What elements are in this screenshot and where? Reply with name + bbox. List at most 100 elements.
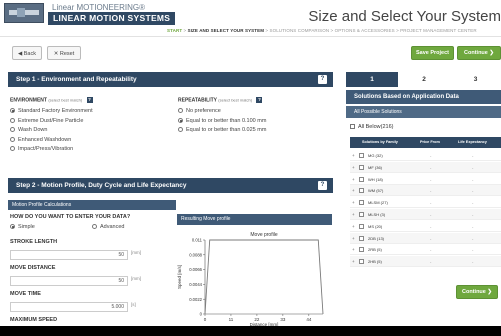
chart-y-tick-label: 0 [200,312,203,317]
step2-title: Step 2 - Motion Profile, Duty Cycle and … [16,182,187,189]
radio-selected-icon [10,224,15,230]
environment-option[interactable]: Impact/Press/Vibration [10,145,73,153]
solution-row[interactable]: + MLSM (27) - - [350,197,501,209]
continue-button-bottom[interactable]: Continue ❯ [456,285,498,299]
solution-row[interactable]: + MG (32) - - [350,150,501,161]
solution-family-name: 2HB (5) [368,259,382,265]
solution-price: - [430,164,432,170]
environment-option[interactable]: Extreme Dust/Fine Particle [10,117,83,125]
solution-row[interactable]: + MS (20) - - [350,221,501,232]
solution-row[interactable]: + WM (57) - - [350,185,501,197]
solution-life: - [472,223,474,229]
solution-life: - [472,176,474,182]
expand-plus-icon[interactable]: + [352,150,355,161]
chart-x-tick-label: 33 [280,317,286,322]
repeatability-help-icon[interactable]: ? [256,97,263,103]
step-tab-3[interactable]: 3 [450,72,501,87]
solution-price: - [430,259,432,265]
mode-advanced-radio[interactable]: Advanced [92,223,124,231]
environment-option[interactable]: Enhanced Washdown [10,136,71,144]
step-tab-2[interactable]: 2 [398,72,450,87]
environment-option[interactable]: Wash Down [10,126,47,134]
solution-life: - [472,212,474,217]
solution-checkbox[interactable] [359,176,364,182]
solution-price: - [430,153,432,158]
back-button[interactable]: ◀ Back [12,46,42,60]
stroke-length-input[interactable]: 50 [10,250,128,260]
solution-row[interactable]: + WH (18) - - [350,174,501,185]
solution-checkbox[interactable] [359,164,364,170]
expand-plus-icon[interactable]: + [352,221,355,232]
solution-family-name: WM (57) [368,188,384,194]
solution-checkbox[interactable] [359,188,364,194]
solution-life: - [472,235,474,241]
move-profile-chart-svg: Move profile 0 0.0022 0.0044 0.0066 0.0088 0.0… [177,232,324,327]
solution-row[interactable]: +2RB (5) - - [350,244,501,256]
expand-plus-icon[interactable]: + [352,209,355,220]
mode-simple-radio[interactable]: Simple [10,223,35,231]
solution-checkbox[interactable] [359,200,364,206]
solution-checkbox[interactable] [359,212,364,217]
expand-plus-icon[interactable]: + [352,256,355,267]
step1-help-icon[interactable]: ? [318,75,327,84]
col-family: Solutions by Family [362,140,398,144]
mode-simple-label: Simple [18,224,35,230]
move-profile-header: Resulting Move profile [177,214,332,225]
expand-plus-icon[interactable]: + [352,174,355,185]
environment-option-label: Impact/Press/Vibration [18,146,74,152]
expand-plus-icon[interactable]: + [352,162,355,173]
reset-button[interactable]: ✕ Reset [47,46,81,60]
radio-selected-icon [178,117,183,123]
product-logo-icon [4,3,44,23]
solution-price: - [430,200,432,206]
solution-checkbox[interactable] [359,223,364,229]
all-possible-solutions[interactable]: All Possible Solutions [346,106,501,118]
stroke-length-label: STROKE LENGTH [10,239,58,245]
step-tab-1[interactable]: 1 [346,72,398,87]
step2-help-icon[interactable]: ? [318,181,327,190]
repeatability-option[interactable]: No preference [178,107,221,115]
data-entry-mode-label: HOW DO YOU WANT TO ENTER YOUR DATA? [10,214,131,220]
move-time-input[interactable]: 5.000 [10,302,128,312]
repeatability-option[interactable]: Equal to or better than 0.100 mm [178,117,266,125]
expand-plus-icon[interactable]: + [352,244,355,255]
solution-row[interactable]: +2DB (13) - - [350,232,501,244]
repeatability-option[interactable]: Equal to or better than 0.025 mm [178,126,266,134]
chart-y-tick-label: 0.0044 [189,282,202,287]
radio-selected-icon [10,108,15,114]
solution-life: - [472,247,474,253]
checkbox-icon [350,124,355,130]
move-distance-input[interactable]: 50 [10,276,128,286]
solution-price: - [430,223,432,229]
expand-plus-icon[interactable]: + [352,233,355,244]
solution-row[interactable]: + MF (36) - - [350,161,501,173]
solution-family-name: WH (18) [368,176,383,182]
solution-checkbox[interactable] [359,247,364,253]
repeatability-label-text: REPEATABILITY [178,97,217,104]
save-project-button[interactable]: Save Project [411,46,454,60]
step2-header[interactable]: Step 2 - Motion Profile, Duty Cycle and … [8,178,333,193]
solution-checkbox[interactable] [359,235,364,241]
expand-plus-icon[interactable]: + [352,185,355,196]
solution-checkbox[interactable] [359,259,364,265]
all-below-checkbox[interactable]: All Below(216) [350,124,393,130]
radio-unselected-icon [10,117,15,123]
step1-header[interactable]: Step 1 - Environment and Repeatability ? [8,72,333,87]
repeatability-label: REPEATABILITY (select best match) ? [178,97,263,104]
environment-option-label: Enhanced Washdown [18,136,72,143]
radio-unselected-icon [92,224,97,230]
step1-title: Step 1 - Environment and Repeatability [16,76,137,83]
environment-option[interactable]: Standard Factory Environment [10,107,93,115]
solution-checkbox[interactable] [359,153,364,158]
expand-plus-icon[interactable]: + [352,197,355,208]
solution-row[interactable]: +2HB (5) - - [350,256,501,268]
breadcrumb-start[interactable]: START [167,28,182,33]
continue-button-top[interactable]: Continue ❯ [457,46,501,60]
solution-row[interactable]: + MLSH (3) - - [350,209,501,220]
app-header: Linear MOTIONEERING® LINEAR MOTION SYSTE… [0,0,501,34]
page-title: Size and Select Your System [308,8,501,25]
chart-y-tick-label: 0.0022 [189,297,202,302]
chart-x-tick-label: 44 [306,317,312,322]
solution-price: - [430,188,432,194]
environment-help-icon[interactable]: ? [86,97,93,103]
